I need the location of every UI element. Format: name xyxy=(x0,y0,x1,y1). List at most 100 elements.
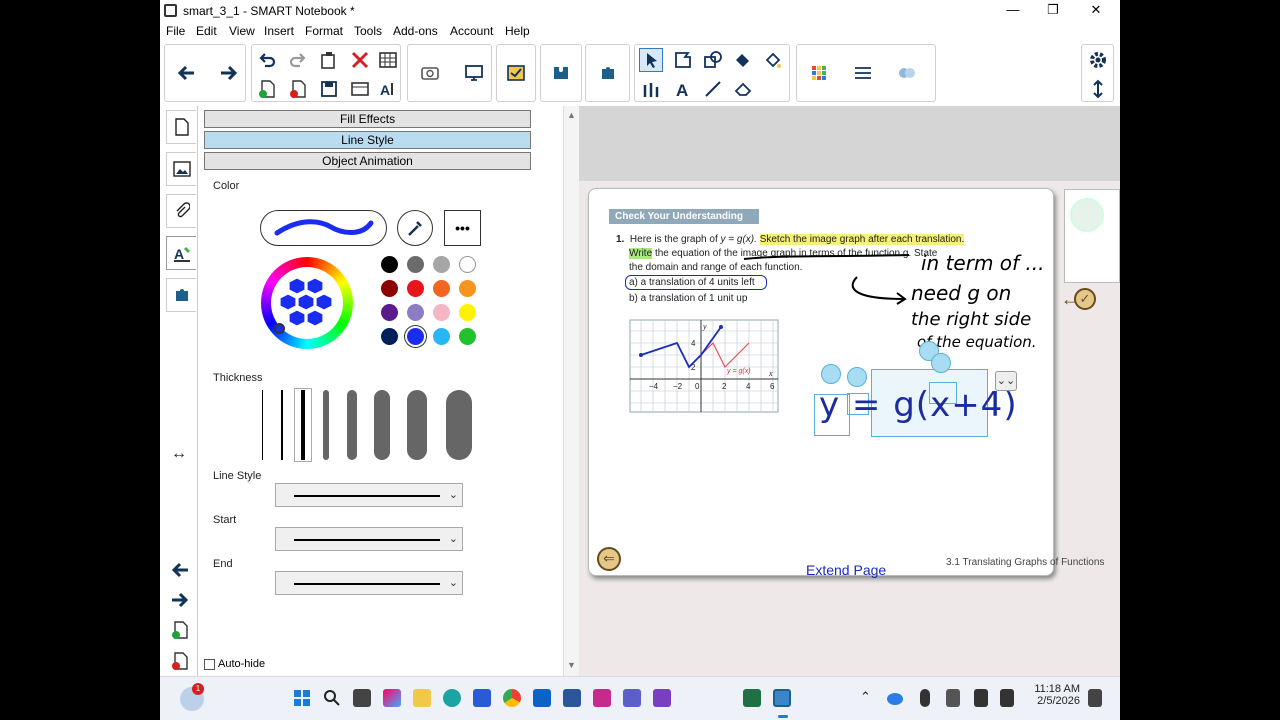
file-explorer-icon[interactable] xyxy=(413,689,431,707)
notification-center-icon[interactable] xyxy=(1088,689,1102,707)
eyedropper-icon[interactable] xyxy=(397,210,433,246)
snipping-tool-icon[interactable] xyxy=(593,689,611,707)
previous-page-icon[interactable] xyxy=(168,558,192,582)
resize-arrows-icon[interactable]: ↔ xyxy=(171,445,187,463)
menu-file[interactable]: File xyxy=(166,24,185,38)
measurement-tools-icon[interactable] xyxy=(895,61,919,85)
toolbar-move-icon[interactable] xyxy=(1086,77,1110,101)
ink-handle[interactable] xyxy=(821,364,841,384)
undo-icon[interactable] xyxy=(255,48,279,72)
copilot-icon[interactable] xyxy=(383,689,401,707)
shapes-icon[interactable] xyxy=(671,48,695,72)
extend-page-link[interactable]: Extend Page xyxy=(806,562,886,578)
task-view-icon[interactable] xyxy=(353,689,371,707)
return-icon[interactable]: ⇐ xyxy=(597,547,621,571)
autohide-checkbox[interactable] xyxy=(204,658,215,670)
ink-handle[interactable] xyxy=(931,353,951,373)
tray-chevron-icon[interactable]: ⌃ xyxy=(860,689,871,705)
paint-bucket-icon[interactable] xyxy=(761,48,785,72)
display-icon[interactable] xyxy=(462,61,486,85)
line-style-select[interactable]: ⌄ xyxy=(275,483,463,507)
lines-icon[interactable] xyxy=(701,77,725,101)
microphone-icon[interactable] xyxy=(920,689,930,707)
close-button[interactable]: ✕ xyxy=(1086,2,1106,20)
outlook-icon[interactable] xyxy=(533,689,551,707)
color-swatch[interactable] xyxy=(459,328,476,345)
text-recognition-icon[interactable]: A xyxy=(376,77,400,101)
object-animation-header[interactable]: Object Animation xyxy=(204,152,531,170)
menu-addons[interactable]: Add-ons xyxy=(393,24,438,38)
menu-format[interactable]: Format xyxy=(305,24,343,38)
word-icon[interactable] xyxy=(563,689,581,707)
menu-view[interactable]: View xyxy=(229,24,255,38)
line-style-header[interactable]: Line Style xyxy=(204,131,531,149)
redo-icon[interactable] xyxy=(286,48,310,72)
color-wheel[interactable] xyxy=(261,257,353,349)
page-sorter-icon[interactable] xyxy=(166,110,196,144)
color-swatch[interactable] xyxy=(433,328,450,345)
wifi-icon[interactable] xyxy=(974,689,988,707)
search-icon[interactable] xyxy=(323,689,341,707)
smart-notebook-taskbar-icon[interactable] xyxy=(773,689,791,707)
color-swatch[interactable] xyxy=(433,256,450,273)
onenote-icon[interactable] xyxy=(653,689,671,707)
align-icon[interactable] xyxy=(851,61,875,85)
fill-effects-header[interactable]: Fill Effects xyxy=(204,110,531,128)
checkmark-icon[interactable]: ✓ xyxy=(1074,288,1096,310)
gear-icon[interactable] xyxy=(1086,48,1110,72)
side-widget[interactable] xyxy=(1064,189,1120,283)
addons-tab-icon[interactable] xyxy=(166,278,196,312)
forward-arrow-icon[interactable] xyxy=(217,61,241,85)
menu-account[interactable]: Account xyxy=(450,24,493,38)
properties-icon[interactable] xyxy=(807,61,831,85)
volume-icon[interactable] xyxy=(1000,689,1014,707)
screen-shade-icon[interactable] xyxy=(348,77,372,101)
start-icon[interactable] xyxy=(293,689,311,707)
color-swatch[interactable] xyxy=(381,328,398,345)
table-icon[interactable] xyxy=(376,48,400,72)
color-swatch[interactable] xyxy=(381,280,398,297)
widget-icon[interactable] xyxy=(549,61,573,85)
eraser-icon[interactable] xyxy=(731,77,755,101)
menu-tools[interactable]: Tools xyxy=(354,24,382,38)
select-icon[interactable] xyxy=(639,48,663,72)
maximize-button[interactable]: ❐ xyxy=(1043,2,1063,20)
line-start-select[interactable]: ⌄ xyxy=(275,527,463,551)
ink-handle[interactable] xyxy=(847,367,867,387)
excel-icon[interactable] xyxy=(743,689,761,707)
store-icon[interactable] xyxy=(473,689,491,707)
delete-page-side-icon[interactable] xyxy=(168,649,192,673)
add-page-side-icon[interactable] xyxy=(168,618,192,642)
pens-icon[interactable] xyxy=(639,77,663,101)
regular-shapes-icon[interactable] xyxy=(701,48,725,72)
response-icon[interactable] xyxy=(504,61,528,85)
notebook-page[interactable]: Check Your Understanding 1. Here is the … xyxy=(588,188,1120,576)
chrome-icon[interactable] xyxy=(503,689,521,707)
pen-menu-icon[interactable] xyxy=(946,689,960,707)
minimize-button[interactable]: — xyxy=(1003,2,1023,20)
gallery-icon[interactable] xyxy=(166,152,196,186)
color-swatch[interactable] xyxy=(459,304,476,321)
addon-icon[interactable] xyxy=(596,61,620,85)
color-swatch[interactable] xyxy=(459,280,476,297)
color-swatch[interactable] xyxy=(433,280,450,297)
color-swatch[interactable] xyxy=(407,256,424,273)
page-canvas[interactable]: Check Your Understanding 1. Here is the … xyxy=(579,106,1120,676)
menu-help[interactable]: Help xyxy=(505,24,530,38)
capture-icon[interactable] xyxy=(418,61,442,85)
teams-icon[interactable] xyxy=(623,689,641,707)
add-page-icon[interactable] xyxy=(255,77,279,101)
text-icon[interactable]: A xyxy=(671,77,695,101)
back-arrow-icon[interactable] xyxy=(174,61,198,85)
delete-page-icon[interactable] xyxy=(286,77,310,101)
fill-icon[interactable] xyxy=(731,48,755,72)
thickness-picker[interactable] xyxy=(260,388,480,462)
color-swatch[interactable] xyxy=(407,304,424,321)
onedrive-icon[interactable] xyxy=(887,693,903,705)
save-icon[interactable] xyxy=(317,77,341,101)
properties-tab-icon[interactable]: A xyxy=(166,236,196,270)
color-swatch[interactable] xyxy=(407,328,424,345)
color-swatch[interactable] xyxy=(459,256,476,273)
line-end-select[interactable]: ⌄ xyxy=(275,571,463,595)
expand-menu-icon[interactable]: ⌄⌄ xyxy=(995,371,1017,391)
